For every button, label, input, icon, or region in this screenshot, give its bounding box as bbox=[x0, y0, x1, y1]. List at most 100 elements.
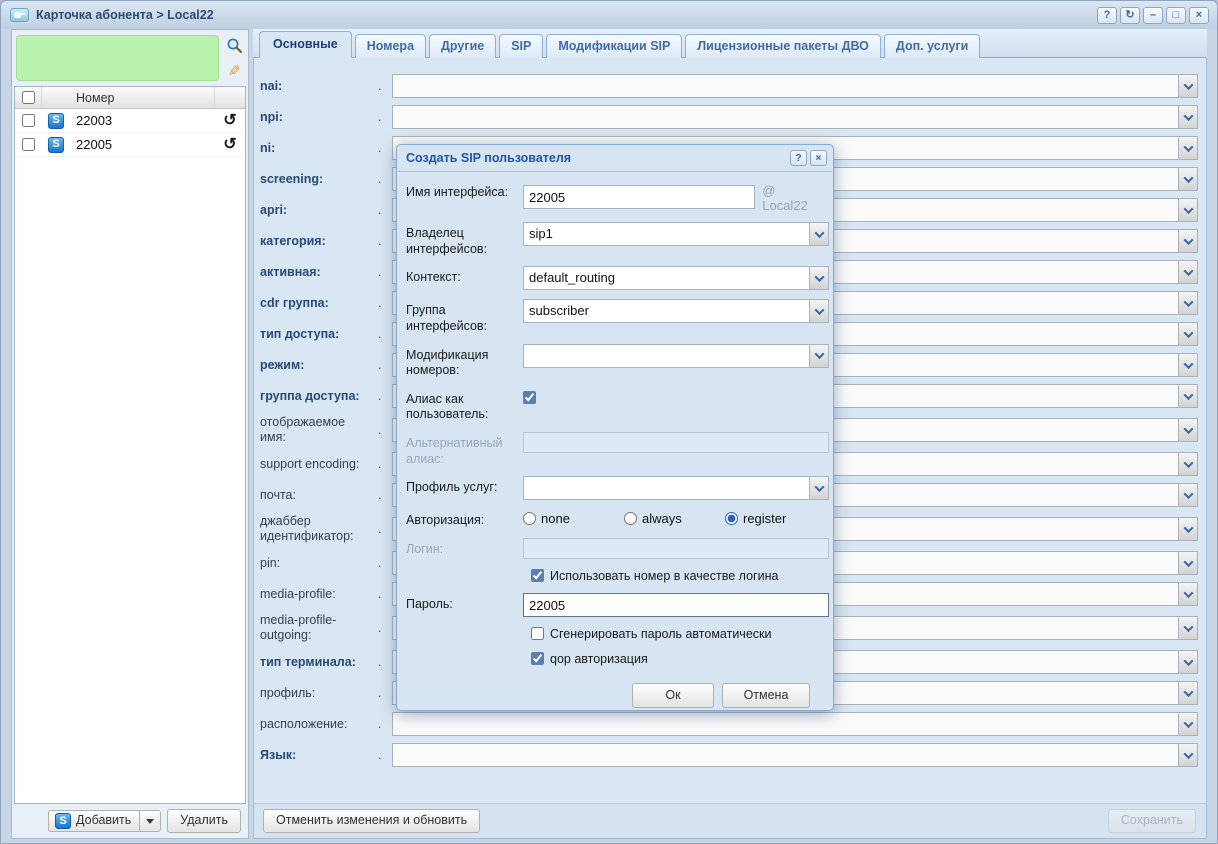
chevron-down-icon[interactable] bbox=[1178, 385, 1197, 407]
chevron-down-icon[interactable] bbox=[1178, 583, 1197, 605]
chevron-down-icon[interactable] bbox=[809, 300, 828, 322]
chevron-down-icon[interactable] bbox=[1178, 617, 1197, 639]
tab-drugie[interactable]: Другие bbox=[429, 34, 496, 58]
chevron-down-icon[interactable] bbox=[1178, 323, 1197, 345]
chevron-down-icon[interactable] bbox=[1178, 518, 1197, 540]
chevron-down-icon[interactable] bbox=[1178, 261, 1197, 283]
chevron-down-icon[interactable] bbox=[1178, 354, 1197, 376]
chevron-down-icon[interactable] bbox=[1178, 137, 1197, 159]
table-row[interactable]: S 22005 ↺ bbox=[15, 133, 245, 157]
table-row[interactable]: S 22003 ↺ bbox=[15, 109, 245, 133]
chevron-down-icon[interactable] bbox=[1178, 292, 1197, 314]
tab-osnovnye[interactable]: Основные bbox=[259, 31, 352, 58]
qop-checkbox[interactable] bbox=[531, 652, 544, 665]
generate-password-checkbox[interactable] bbox=[531, 627, 544, 640]
label-marker: . bbox=[378, 172, 392, 186]
chevron-down-icon[interactable] bbox=[809, 477, 828, 499]
chevron-down-icon[interactable] bbox=[1178, 419, 1197, 441]
tab-sip[interactable]: SIP bbox=[499, 34, 543, 58]
ok-button[interactable]: Ок bbox=[632, 683, 714, 709]
add-dropdown-button[interactable] bbox=[140, 810, 161, 832]
owner-combobox[interactable]: sip1 bbox=[523, 222, 829, 246]
delete-button[interactable]: Удалить bbox=[167, 809, 241, 833]
minimize-icon[interactable]: – bbox=[1143, 7, 1163, 24]
tab-licenzionnye-pakety-dvo[interactable]: Лицензионные пакеты ДВО bbox=[685, 34, 881, 58]
combobox-value[interactable] bbox=[524, 345, 809, 367]
tab-dop-uslugi[interactable]: Доп. услуги bbox=[884, 34, 980, 58]
chevron-down-icon[interactable] bbox=[1178, 484, 1197, 506]
qop-row[interactable]: qop авторизация bbox=[531, 651, 823, 667]
password-input[interactable] bbox=[523, 593, 829, 617]
tab-nomera[interactable]: Номера bbox=[355, 34, 426, 58]
chevron-down-icon[interactable] bbox=[1178, 199, 1197, 221]
chevron-down-icon[interactable] bbox=[809, 223, 828, 245]
chevron-down-icon[interactable] bbox=[1178, 651, 1197, 673]
help-icon[interactable]: ? bbox=[1097, 7, 1117, 24]
nai-combobox[interactable] bbox=[392, 74, 1198, 98]
chevron-down-icon[interactable] bbox=[1178, 75, 1197, 97]
row-checkbox[interactable] bbox=[22, 114, 35, 127]
chevron-down-icon[interactable] bbox=[1178, 713, 1197, 735]
chevron-down-icon[interactable] bbox=[1178, 552, 1197, 574]
refresh-icon[interactable]: ↻ bbox=[1120, 7, 1140, 24]
chevron-down-icon[interactable] bbox=[809, 267, 828, 289]
combobox-value[interactable] bbox=[393, 744, 1178, 766]
npi-combobox[interactable] bbox=[392, 105, 1198, 129]
interface-group-combobox[interactable]: subscriber bbox=[523, 299, 829, 323]
add-split-button: S Добавить bbox=[48, 810, 161, 832]
number-column-header[interactable]: Номер bbox=[70, 87, 215, 108]
interface-name-input[interactable] bbox=[523, 185, 755, 209]
combobox-value[interactable] bbox=[393, 106, 1178, 128]
use-number-as-login-row[interactable]: Использовать номер в качестве логина bbox=[531, 568, 823, 584]
chevron-down-icon[interactable] bbox=[1178, 453, 1197, 475]
search-button[interactable] bbox=[223, 35, 245, 56]
subscriber-number[interactable]: 22003 bbox=[70, 109, 215, 132]
row-checkbox[interactable] bbox=[22, 138, 35, 151]
context-combobox[interactable]: default_routing bbox=[523, 266, 829, 290]
generate-password-row[interactable]: Сгенерировать пароль автоматически bbox=[531, 626, 823, 642]
cancel-button[interactable]: Отмена bbox=[722, 683, 810, 709]
dialog-body: Имя интерфейса: @ Local22 Владелец интер… bbox=[398, 171, 832, 719]
chevron-down-icon[interactable] bbox=[809, 345, 828, 367]
chevron-down-icon[interactable] bbox=[1178, 230, 1197, 252]
auth-option-always[interactable]: always bbox=[624, 511, 725, 526]
alias-as-user-checkbox[interactable] bbox=[523, 391, 536, 404]
combobox-value[interactable] bbox=[524, 477, 809, 499]
dialog-header[interactable]: Создать SIP пользователя ? × bbox=[397, 145, 833, 171]
label-marker: . bbox=[378, 457, 392, 471]
auth-none-radio[interactable] bbox=[523, 512, 536, 525]
dialog-help-icon[interactable]: ? bbox=[790, 150, 807, 166]
chevron-down-icon[interactable] bbox=[1178, 168, 1197, 190]
tab-modifikacii-sip[interactable]: Модификации SIP bbox=[546, 34, 682, 58]
dialog-close-icon[interactable]: × bbox=[810, 150, 827, 166]
auth-option-none[interactable]: none bbox=[523, 511, 624, 526]
chevron-down-icon[interactable] bbox=[1178, 106, 1197, 128]
combobox-value[interactable]: subscriber bbox=[524, 300, 809, 322]
combobox-value[interactable]: default_routing bbox=[524, 267, 809, 289]
edit-button[interactable]: ✎ bbox=[223, 60, 245, 81]
combobox-value[interactable]: sip1 bbox=[524, 223, 809, 245]
add-button[interactable]: S Добавить bbox=[48, 810, 140, 832]
authorization-label: Авторизация: bbox=[406, 509, 523, 529]
language-combobox[interactable] bbox=[392, 743, 1198, 767]
save-button[interactable]: Сохранить bbox=[1108, 809, 1196, 833]
number-modification-combobox[interactable] bbox=[523, 344, 829, 368]
auth-always-radio[interactable] bbox=[624, 512, 637, 525]
select-all-checkbox[interactable] bbox=[22, 91, 35, 104]
history-button[interactable]: ↺ bbox=[223, 113, 236, 129]
search-input[interactable] bbox=[16, 35, 219, 81]
history-button[interactable]: ↺ bbox=[223, 137, 236, 153]
revert-button[interactable]: Отменить изменения и обновить bbox=[263, 809, 480, 833]
auth-register-radio[interactable] bbox=[725, 512, 738, 525]
maximize-icon[interactable]: □ bbox=[1166, 7, 1186, 24]
subscriber-number[interactable]: 22005 bbox=[70, 133, 215, 156]
use-number-as-login-checkbox[interactable] bbox=[531, 569, 544, 582]
combobox-value[interactable] bbox=[393, 75, 1178, 97]
label-marker: . bbox=[378, 141, 392, 155]
chevron-down-icon[interactable] bbox=[1178, 682, 1197, 704]
auth-option-register[interactable]: register bbox=[725, 511, 826, 526]
service-profile-combobox[interactable] bbox=[523, 476, 829, 500]
close-icon[interactable]: × bbox=[1189, 7, 1209, 24]
chevron-down-icon[interactable] bbox=[1178, 744, 1197, 766]
label-marker: . bbox=[378, 717, 392, 731]
